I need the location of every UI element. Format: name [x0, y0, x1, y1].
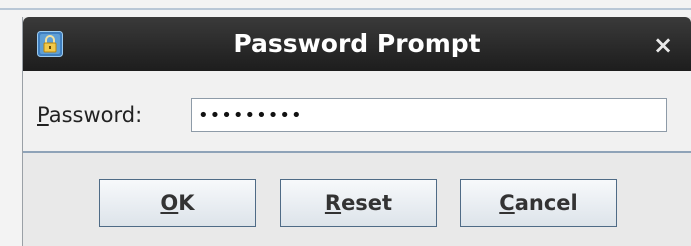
close-icon[interactable]: × — [649, 31, 677, 59]
cancel-mnemonic: C — [499, 191, 515, 215]
lock-app-icon — [37, 31, 63, 57]
background-divider — [0, 8, 691, 10]
password-label-mnemonic: P — [37, 103, 49, 127]
password-field[interactable] — [191, 98, 667, 132]
password-label: Password: — [37, 103, 142, 127]
dialog-titlebar[interactable]: Password Prompt × — [23, 17, 691, 71]
password-dialog: Password Prompt × Password: OK Reset Can… — [22, 17, 691, 246]
dialog-title: Password Prompt — [233, 29, 481, 58]
cancel-label: ancel — [514, 191, 578, 215]
cancel-button[interactable]: Cancel — [460, 179, 617, 227]
ok-label: K — [178, 191, 195, 215]
password-label-text: assword: — [48, 103, 143, 127]
password-row: Password: — [23, 71, 691, 151]
reset-mnemonic: R — [324, 191, 342, 215]
reset-label: eset — [341, 191, 393, 215]
dialog-separator — [23, 151, 691, 153]
ok-button[interactable]: OK — [99, 179, 256, 227]
ok-mnemonic: O — [160, 191, 179, 215]
reset-button[interactable]: Reset — [280, 179, 437, 227]
